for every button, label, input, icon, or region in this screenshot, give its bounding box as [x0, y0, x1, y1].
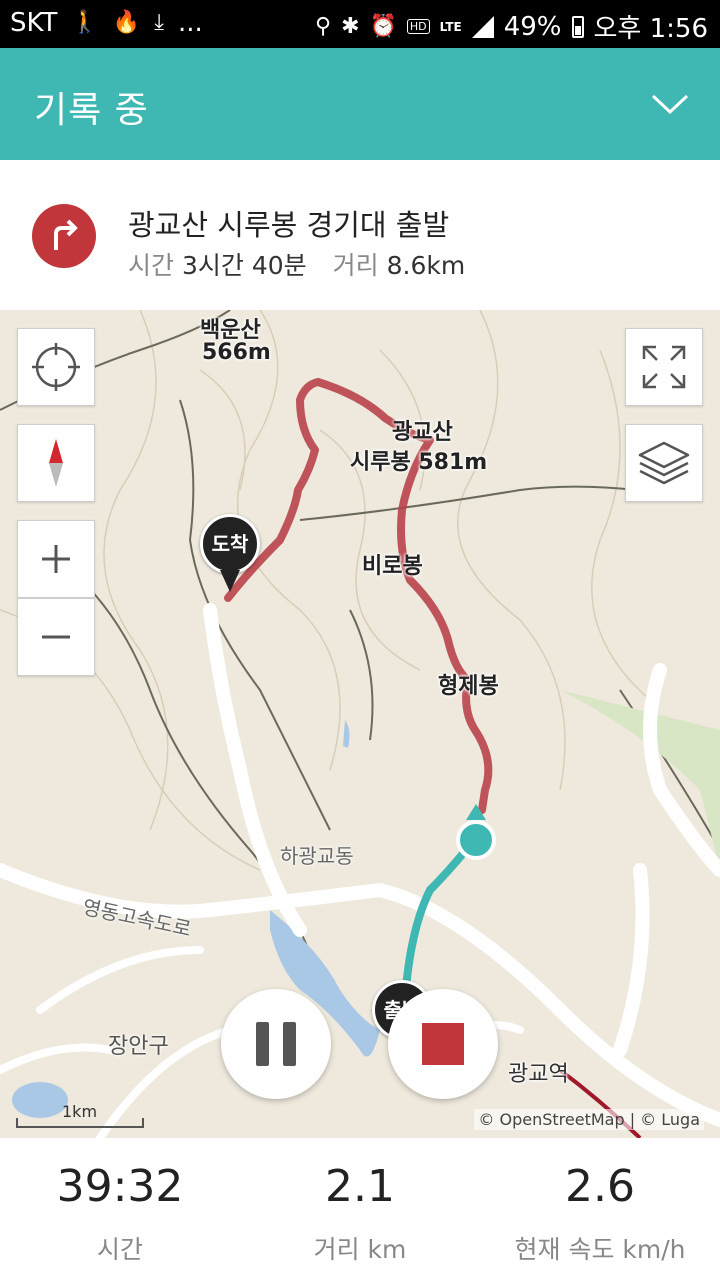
stop-button[interactable]: [388, 989, 498, 1099]
recording-header: 기록 중: [0, 48, 720, 160]
pause-icon: [256, 1022, 296, 1066]
map-attribution[interactable]: © OpenStreetMap | © Luga: [474, 1109, 704, 1130]
zoom-out-button[interactable]: [17, 598, 95, 676]
map-scale-line: [16, 1118, 144, 1128]
route-meta: 시간 3시간 40분 거리 8.6km: [128, 246, 483, 282]
map-view[interactable]: 백운산 566m 광교산 시루봉 581m 비로봉 형제봉 하광교동 영동고속도…: [0, 310, 720, 1138]
chevron-down-icon[interactable]: [650, 88, 690, 118]
map-label-hyeongjebong: 형제봉: [438, 674, 499, 699]
my-location-button[interactable]: [17, 328, 95, 406]
speed-label: 현재 속도 km/h: [514, 1235, 686, 1264]
alarm-icon: ⏰: [369, 13, 397, 39]
route-time-value: 3시간 40분: [182, 251, 307, 280]
lte-icon: LTE: [439, 19, 462, 34]
crosshair-icon: [32, 343, 80, 391]
zoom-in-button[interactable]: [17, 520, 95, 598]
status-bar: SKT 🚶 🔥 ⤓ ... ⚲ ✱ ⏰ HD LTE 49% 오후 1:56: [0, 0, 720, 48]
map-label-baekunsan-elevation: 566m: [202, 340, 271, 365]
route-distance-value: 8.6km: [386, 251, 466, 280]
battery-icon: [571, 15, 584, 38]
download-icon: ⤓: [154, 10, 164, 35]
bluetooth-icon: ✱: [341, 13, 360, 39]
signal-icon: [471, 15, 494, 38]
flame-notification-icon: 🔥: [112, 10, 141, 35]
clock: 오후 1:56: [593, 14, 709, 44]
map-canvas: [0, 310, 720, 1138]
stat-elapsed-time: 39:32 시간: [0, 1162, 240, 1266]
layers-icon: [638, 441, 690, 485]
location-icon: ⚲: [314, 13, 332, 39]
stat-current-speed: 2.6 현재 속도 km/h: [480, 1162, 720, 1266]
minus-icon: [42, 635, 70, 639]
expand-icon: [642, 345, 686, 389]
map-scale-bar: 1km: [16, 1102, 144, 1128]
pause-button[interactable]: [221, 989, 331, 1099]
header-title: 기록 중: [34, 90, 149, 131]
map-layers-button[interactable]: [625, 424, 703, 502]
carrier-label: SKT: [10, 8, 58, 38]
plus-icon: [42, 545, 70, 573]
route-time-label: 시간: [128, 251, 175, 280]
hiking-notification-icon: 🚶: [71, 10, 99, 35]
elapsed-time-label: 시간: [96, 1235, 143, 1264]
turn-right-icon: [32, 204, 96, 268]
stop-icon: [422, 1023, 464, 1065]
stat-distance: 2.1 거리 km: [240, 1162, 480, 1266]
map-label-sirubong: 시루봉 581m: [350, 450, 488, 475]
distance-value: 2.1: [325, 1161, 395, 1212]
arrival-pin-tail-icon: [220, 570, 240, 592]
speed-value: 2.6: [565, 1161, 635, 1212]
route-title: 광교산 시루봉 경기대 출발: [128, 208, 450, 242]
compass-button[interactable]: [17, 424, 95, 502]
more-notifications-icon: ...: [177, 8, 203, 38]
map-label-gwanggyosan: 광교산: [392, 420, 453, 445]
route-info-card[interactable]: 광교산 시루봉 경기대 출발 시간 3시간 40분 거리 8.6km: [0, 160, 720, 310]
compass-icon: [49, 439, 63, 487]
elapsed-time-value: 39:32: [56, 1161, 184, 1212]
map-label-jangan: 장안구: [108, 1034, 169, 1059]
fullscreen-button[interactable]: [625, 328, 703, 406]
arrival-pin[interactable]: 도착: [200, 514, 260, 574]
current-location-marker: [456, 820, 496, 860]
recording-stats: 39:32 시간 2.1 거리 km 2.6 현재 속도 km/h: [0, 1138, 720, 1280]
battery-percent: 49%: [503, 11, 562, 42]
distance-label: 거리 km: [313, 1235, 407, 1264]
map-label-station: 광교역: [508, 1062, 569, 1087]
route-distance-label: 거리: [332, 251, 379, 280]
hd-voice-icon: HD: [406, 19, 430, 34]
map-label-birobong: 비로봉: [362, 554, 423, 579]
map-label-hagwanggyo: 하광교동: [280, 844, 354, 868]
